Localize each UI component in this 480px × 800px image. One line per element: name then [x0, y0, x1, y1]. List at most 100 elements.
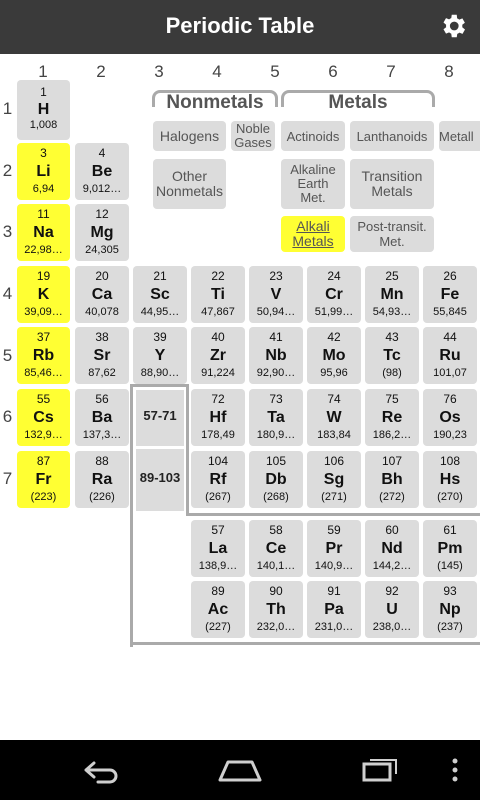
atomic-number: 91	[327, 584, 341, 598]
element-cell-rf[interactable]: 104 Rf (267)	[191, 451, 245, 508]
home-icon[interactable]	[216, 754, 264, 786]
element-cell-ta[interactable]: 73 Ta 180,9…	[249, 389, 303, 446]
element-cell-th[interactable]: 90 Th 232,0…	[249, 581, 303, 638]
element-cell-cr[interactable]: 24 Cr 51,99…	[307, 266, 361, 323]
element-cell-nd[interactable]: 60 Nd 144,2…	[365, 520, 419, 577]
atomic-mass: 140,9…	[314, 560, 354, 572]
element-symbol: Na	[33, 224, 54, 241]
element-cell-v[interactable]: 23 V 50,94…	[249, 266, 303, 323]
overflow-menu-icon[interactable]	[440, 754, 470, 786]
atomic-mass: 101,07	[433, 367, 467, 379]
element-cell-db[interactable]: 105 Db (268)	[249, 451, 303, 508]
nonmetals-header: Nonmetals	[166, 92, 264, 113]
period-number: 3	[2, 222, 13, 241]
atomic-mass: (98)	[382, 367, 402, 379]
element-cell-fr[interactable]: 87 Fr (223)	[17, 451, 70, 508]
element-symbol: Zr	[210, 347, 226, 364]
element-cell-zr[interactable]: 40 Zr 91,224	[191, 327, 245, 384]
element-cell-sc[interactable]: 21 Sc 44,95…	[133, 266, 187, 323]
element-symbol: Ba	[91, 409, 113, 426]
period-number: 7	[2, 469, 13, 488]
element-cell-pa[interactable]: 91 Pa 231,0…	[307, 581, 361, 638]
element-cell-np[interactable]: 93 Np (237)	[423, 581, 477, 638]
atomic-mass: (223)	[30, 491, 57, 503]
atomic-mass: 88,90…	[140, 367, 180, 379]
back-icon[interactable]	[76, 754, 124, 786]
element-cell-na[interactable]: 11 Na 22,98…	[17, 204, 70, 261]
element-cell-pm[interactable]: 61 Pm (145)	[423, 520, 477, 577]
element-cell-ru[interactable]: 44 Ru 101,07	[423, 327, 477, 384]
element-symbol: Re	[381, 409, 403, 426]
element-cell-hf[interactable]: 72 Hf 178,49	[191, 389, 245, 446]
element-cell-tc[interactable]: 43 Tc (98)	[365, 327, 419, 384]
element-cell-li[interactable]: 3 Li 6,94	[17, 143, 70, 200]
recents-icon[interactable]	[356, 754, 404, 786]
element-cell-rb[interactable]: 37 Rb 85,46…	[17, 327, 70, 384]
element-cell-w[interactable]: 74 W 183,84	[307, 389, 361, 446]
actinide-range[interactable]: 89-103	[136, 449, 184, 511]
element-cell-ra[interactable]: 88 Ra (226)	[75, 451, 129, 508]
element-cell-mn[interactable]: 25 Mn 54,93…	[365, 266, 419, 323]
element-cell-ti[interactable]: 22 Ti 47,867	[191, 266, 245, 323]
element-cell-hs[interactable]: 108 Hs (270)	[423, 451, 477, 508]
category-halogens[interactable]: Halogens	[153, 121, 226, 151]
atomic-mass: 22,98…	[24, 244, 63, 256]
lanthanide-range[interactable]: 57-71	[136, 390, 184, 446]
category-metalloids[interactable]: Metall	[439, 121, 480, 151]
element-cell-k[interactable]: 19 K 39,09…	[17, 266, 70, 323]
atomic-number: 59	[327, 523, 341, 537]
element-cell-ca[interactable]: 20 Ca 40,078	[75, 266, 129, 323]
element-cell-os[interactable]: 76 Os 190,23	[423, 389, 477, 446]
category-post-transition-metals[interactable]: Post-transit. Met.	[350, 216, 434, 252]
atomic-mass: (226)	[89, 491, 115, 503]
category-noble-gases[interactable]: Noble Gases	[231, 121, 275, 151]
atomic-number: 12	[95, 207, 109, 221]
element-cell-y[interactable]: 39 Y 88,90…	[133, 327, 187, 384]
category-transition-metals[interactable]: Transition Metals	[350, 159, 434, 209]
atomic-mass: 180,9…	[256, 429, 296, 441]
category-alkaline-earth-metals[interactable]: Alkaline Earth Met.	[281, 159, 345, 209]
element-cell-mo[interactable]: 42 Mo 95,96	[307, 327, 361, 384]
element-cell-bh[interactable]: 107 Bh (272)	[365, 451, 419, 508]
element-cell-be[interactable]: 4 Be 9,012…	[75, 143, 129, 200]
element-cell-sr[interactable]: 38 Sr 87,62	[75, 327, 129, 384]
element-symbol: W	[326, 409, 342, 426]
element-symbol: Ce	[265, 540, 287, 557]
atomic-number: 76	[443, 392, 457, 406]
element-cell-mg[interactable]: 12 Mg 24,305	[75, 204, 129, 261]
element-cell-u[interactable]: 92 U 238,0…	[365, 581, 419, 638]
element-cell-ac[interactable]: 89 Ac (227)	[191, 581, 245, 638]
element-cell-re[interactable]: 75 Re 186,2…	[365, 389, 419, 446]
app-title: Periodic Table	[165, 13, 315, 38]
element-cell-pr[interactable]: 59 Pr 140,9…	[307, 520, 361, 577]
atomic-number: 57	[211, 523, 225, 537]
atomic-mass: 40,078	[85, 306, 119, 318]
atomic-number: 107	[381, 454, 403, 468]
element-cell-la[interactable]: 57 La 138,9…	[191, 520, 245, 577]
atomic-number: 56	[95, 392, 109, 406]
atomic-number: 44	[443, 330, 457, 344]
category-lanthanoids[interactable]: Lanthanoids	[350, 121, 434, 151]
atomic-mass: 51,99…	[314, 306, 354, 318]
category-actinoids[interactable]: Actinoids	[281, 121, 345, 151]
category-alkali-metals[interactable]: Alkali Metals	[281, 216, 345, 252]
element-symbol: Hs	[439, 471, 461, 488]
element-cell-sg[interactable]: 106 Sg (271)	[307, 451, 361, 508]
element-cell-fe[interactable]: 26 Fe 55,845	[423, 266, 477, 323]
atomic-number: 19	[36, 269, 51, 283]
gear-icon[interactable]	[438, 11, 468, 41]
element-cell-nb[interactable]: 41 Nb 92,90…	[249, 327, 303, 384]
element-cell-ce[interactable]: 58 Ce 140,1…	[249, 520, 303, 577]
category-other-nonmetals[interactable]: Other Nonmetals	[153, 159, 226, 209]
atomic-number: 41	[269, 330, 283, 344]
atomic-mass: 6,94	[32, 183, 55, 195]
atomic-number: 23	[269, 269, 283, 283]
element-cell-ba[interactable]: 56 Ba 137,3…	[75, 389, 129, 446]
element-cell-cs[interactable]: 55 Cs 132,9…	[17, 389, 70, 446]
atomic-mass: 9,012…	[82, 183, 122, 195]
group-number: 4	[212, 62, 222, 81]
atomic-mass: 55,845	[433, 306, 467, 318]
period-number: 1	[2, 99, 13, 118]
atomic-number: 58	[269, 523, 283, 537]
element-cell-h[interactable]: 1 H 1,008	[17, 80, 70, 140]
